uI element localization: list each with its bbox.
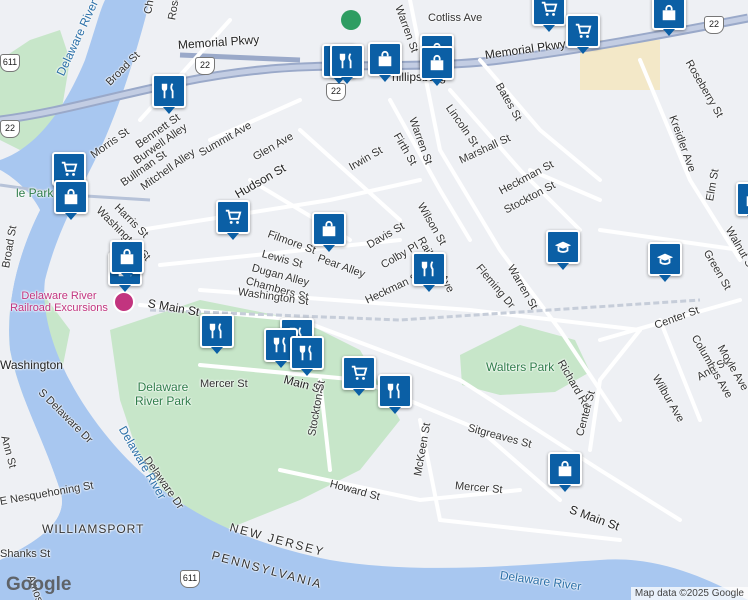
shopping-bag-icon[interactable] — [736, 182, 748, 222]
grocery-icon[interactable] — [216, 200, 250, 240]
street-label: Cotliss Ave — [428, 12, 483, 24]
map-attribution[interactable]: Map data ©2025 Google — [630, 587, 748, 600]
map-canvas[interactable]: Cotliss Ave Memorial Pkwy Memorial Pkwy … — [0, 0, 748, 600]
google-logo: Google — [6, 574, 72, 595]
park-label: le Park — [16, 186, 54, 200]
grocery-icon[interactable] — [342, 356, 376, 396]
restaurant-icon[interactable] — [152, 74, 186, 114]
hospital-icon[interactable] — [341, 10, 361, 30]
poi-label[interactable]: Delaware River Railroad Excursions — [0, 290, 118, 314]
shopping-bag-icon[interactable] — [110, 240, 144, 280]
restaurant-icon[interactable] — [200, 314, 234, 354]
shopping-bag-icon[interactable] — [652, 0, 686, 36]
school-icon[interactable] — [546, 230, 580, 270]
shopping-bag-icon[interactable] — [368, 42, 402, 82]
route-shield: 611 — [0, 54, 20, 72]
grocery-icon[interactable] — [532, 0, 566, 32]
restaurant-icon[interactable] — [412, 252, 446, 292]
school-icon[interactable] — [648, 242, 682, 282]
poi-marker[interactable] — [113, 291, 135, 313]
restaurant-icon[interactable] — [330, 44, 364, 84]
street-label: Mercer St — [200, 378, 248, 390]
park-label: Walters Park — [486, 360, 555, 374]
grocery-icon[interactable] — [566, 14, 600, 54]
restaurant-icon[interactable] — [378, 374, 412, 414]
route-shield: 22 — [704, 16, 724, 34]
restaurant-icon[interactable] — [290, 336, 324, 376]
route-shield: 22 — [0, 120, 20, 138]
park-label: Delaware River Park — [134, 380, 191, 408]
route-shield: 22 — [195, 57, 215, 75]
route-shield: 22 — [326, 83, 346, 101]
shopping-bag-icon[interactable] — [54, 180, 88, 220]
town-label: WILLIAMSPORT — [42, 522, 145, 536]
shopping-bag-icon[interactable] — [312, 212, 346, 252]
shopping-bag-icon[interactable] — [420, 46, 454, 86]
street-label: Washington — [0, 358, 63, 372]
shopping-bag-icon[interactable] — [548, 452, 582, 492]
route-shield: 611 — [180, 570, 200, 588]
street-label: Shanks St — [0, 548, 51, 560]
